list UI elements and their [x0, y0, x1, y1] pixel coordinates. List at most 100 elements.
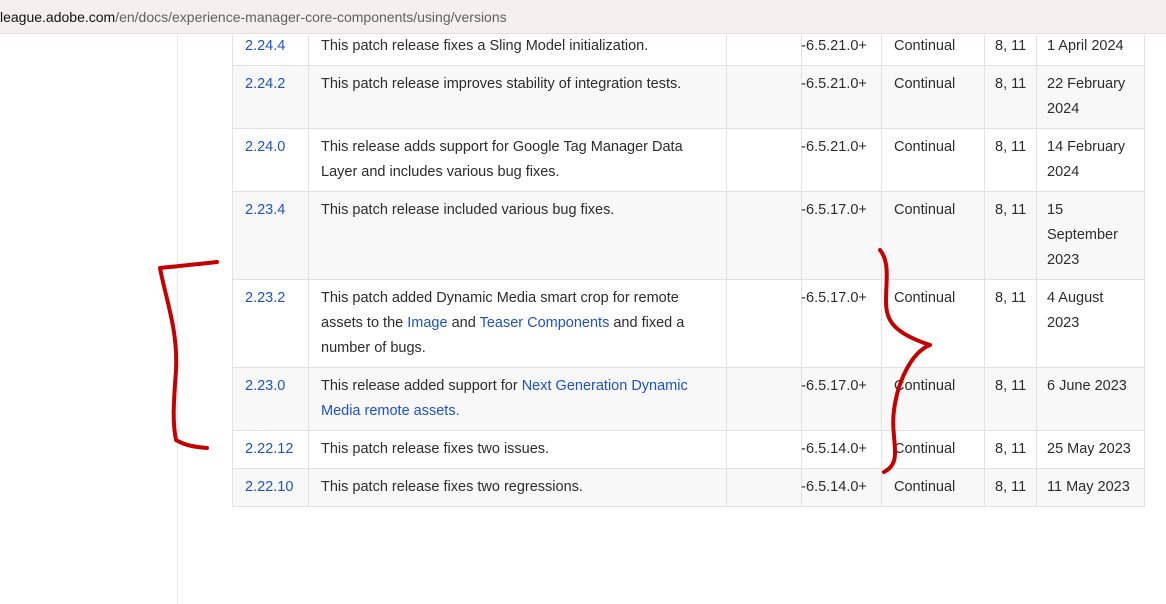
release-date-text: 6 June 2023 — [1047, 378, 1127, 394]
cloud-service-text: Continual — [894, 76, 956, 92]
java-version-cell: 8, 11 — [984, 128, 1037, 192]
java-version-cell: 8, 11 — [984, 367, 1037, 431]
dash-cell: - — [726, 128, 806, 192]
aem-version-text: 6.5.14.0+ — [806, 479, 867, 495]
version-cell: 2.24.2 — [232, 65, 309, 129]
version-cell: 2.23.4 — [232, 191, 309, 280]
java-version-cell: 8, 11 — [984, 430, 1037, 469]
cloud-service-cell: Continual — [881, 367, 985, 431]
table-row: 2.23.0 This release added support for Nex… — [232, 367, 1145, 431]
description-cell: This patch added Dynamic Media smart cro… — [308, 279, 727, 368]
version-cell: 2.24.4 — [232, 35, 309, 66]
versions-table-container: initialization.20242.24.4This patch rele… — [232, 35, 1145, 507]
cloud-service-text: Continual — [894, 441, 956, 457]
aem-version-cell: 6.5.17.0+ — [801, 279, 882, 368]
url-text[interactable]: league.adobe.com/en/docs/experience-mana… — [0, 9, 507, 25]
description-text: and — [447, 315, 480, 331]
table-row: 2.22.12 This patch release fixes two issu… — [232, 430, 1145, 469]
aem-version-cell: 6.5.17.0+ — [801, 367, 882, 431]
release-date-cell: 1 April 2024 — [1036, 35, 1145, 66]
java-version-text: 8, 11 — [995, 76, 1027, 92]
dash-cell: - — [726, 279, 806, 368]
aem-version-cell: 6.5.21.0+ — [801, 65, 882, 129]
description-text: This patch release fixes two issues. — [321, 441, 550, 457]
aem-version-text: 6.5.21.0+ — [806, 76, 867, 92]
cloud-service-text: Continual — [894, 202, 956, 218]
table-row: 2.24.0 This release adds support for Goog… — [232, 128, 1145, 192]
description-link[interactable]: Teaser Components — [480, 315, 610, 331]
version-cell: 2.22.12 — [232, 430, 309, 469]
release-date-text: 15 September 2023 — [1047, 202, 1118, 268]
dash-cell: - — [726, 35, 806, 66]
java-version-cell: 8, 11 — [984, 191, 1037, 280]
table-row: 2.23.2 This patch added Dynamic Media sma… — [232, 279, 1145, 368]
version-link[interactable]: 2.23.2 — [245, 290, 285, 306]
versions-table: initialization.20242.24.4This patch rele… — [232, 35, 1145, 507]
description-cell: This patch release improves stability of… — [308, 65, 727, 129]
release-date-text: 22 February 2024 — [1047, 76, 1126, 117]
table-row: 2.23.4 This patch release included variou… — [232, 191, 1145, 280]
description-cell: This release adds support for Google Tag… — [308, 128, 727, 192]
version-link[interactable]: 2.24.2 — [245, 76, 285, 92]
version-cell: 2.24.0 — [232, 128, 309, 192]
java-version-cell: 8, 11 — [984, 468, 1037, 507]
description-text: This patch release fixes a Sling Model i… — [321, 38, 649, 54]
table-row: 2.22.10 This patch release fixes two regr… — [232, 468, 1145, 507]
release-date-cell: 4 August 2023 — [1036, 279, 1145, 368]
release-date-cell: 22 February 2024 — [1036, 65, 1145, 129]
aem-version-text: 6.5.21.0+ — [806, 139, 867, 155]
dash-cell: - — [726, 367, 806, 431]
java-version-text: 8, 11 — [995, 202, 1027, 218]
version-link[interactable]: 2.22.10 — [245, 479, 293, 495]
cloud-service-cell: Continual — [881, 128, 985, 192]
aem-version-cell: 6.5.14.0+ — [801, 430, 882, 469]
table-row: 2.24.4 This patch release fixes a Sling M… — [232, 35, 1145, 66]
java-version-text: 8, 11 — [995, 378, 1027, 394]
release-date-text: 4 August 2023 — [1047, 290, 1104, 331]
description-text: This patch release included various bug … — [321, 202, 615, 218]
java-version-text: 8, 11 — [995, 290, 1027, 306]
description-text: This release adds support for Google Tag… — [321, 139, 683, 180]
release-date-text: 14 February 2024 — [1047, 139, 1126, 180]
version-link[interactable]: 2.24.0 — [245, 139, 285, 155]
java-version-text: 8, 11 — [995, 139, 1027, 155]
dash-cell: - — [726, 65, 806, 129]
java-version-text: 8, 11 — [995, 441, 1027, 457]
version-link[interactable]: 2.23.4 — [245, 202, 285, 218]
cloud-service-text: Continual — [894, 38, 956, 54]
release-date-cell: 6 June 2023 — [1036, 367, 1145, 431]
description-cell: This patch release included various bug … — [308, 191, 727, 280]
version-link[interactable]: 2.24.4 — [245, 38, 285, 54]
description-text: This patch release improves stability of… — [321, 76, 682, 92]
java-version-cell: 8, 11 — [984, 279, 1037, 368]
release-date-cell: 15 September 2023 — [1036, 191, 1145, 280]
cloud-service-cell: Continual — [881, 430, 985, 469]
java-version-text: 8, 11 — [995, 38, 1027, 54]
dash-cell: - — [726, 430, 806, 469]
description-text: This patch release fixes two regressions… — [321, 479, 583, 495]
release-date-text: 11 May 2023 — [1047, 479, 1130, 495]
java-version-cell: 8, 11 — [984, 35, 1037, 66]
version-link[interactable]: 2.23.0 — [245, 378, 285, 394]
description-cell: This release added support for Next Gene… — [308, 367, 727, 431]
version-link[interactable]: 2.22.12 — [245, 441, 293, 457]
version-cell: 2.23.2 — [232, 279, 309, 368]
release-date-cell: 14 February 2024 — [1036, 128, 1145, 192]
description-cell: This patch release fixes two regressions… — [308, 468, 727, 507]
aem-version-cell: 6.5.14.0+ — [801, 468, 882, 507]
cloud-service-cell: Continual — [881, 468, 985, 507]
release-date-cell: 11 May 2023 — [1036, 468, 1145, 507]
versions-table-body: initialization.20242.24.4This patch rele… — [232, 35, 1145, 507]
version-cell: 2.22.10 — [232, 468, 309, 507]
aem-version-cell: 6.5.21.0+ — [801, 35, 882, 66]
dash-cell: - — [726, 468, 806, 507]
description-link[interactable]: Image — [407, 315, 447, 331]
cloud-service-text: Continual — [894, 290, 956, 306]
table-row: 2.24.2 This patch release improves stabil… — [232, 65, 1145, 129]
cloud-service-text: Continual — [894, 139, 956, 155]
sidebar-divider — [177, 35, 178, 604]
description-cell: This patch release fixes two issues. — [308, 430, 727, 469]
cloud-service-text: Continual — [894, 378, 956, 394]
description-cell: This patch release fixes a Sling Model i… — [308, 35, 727, 66]
address-bar[interactable]: league.adobe.com/en/docs/experience-mana… — [0, 0, 1166, 34]
